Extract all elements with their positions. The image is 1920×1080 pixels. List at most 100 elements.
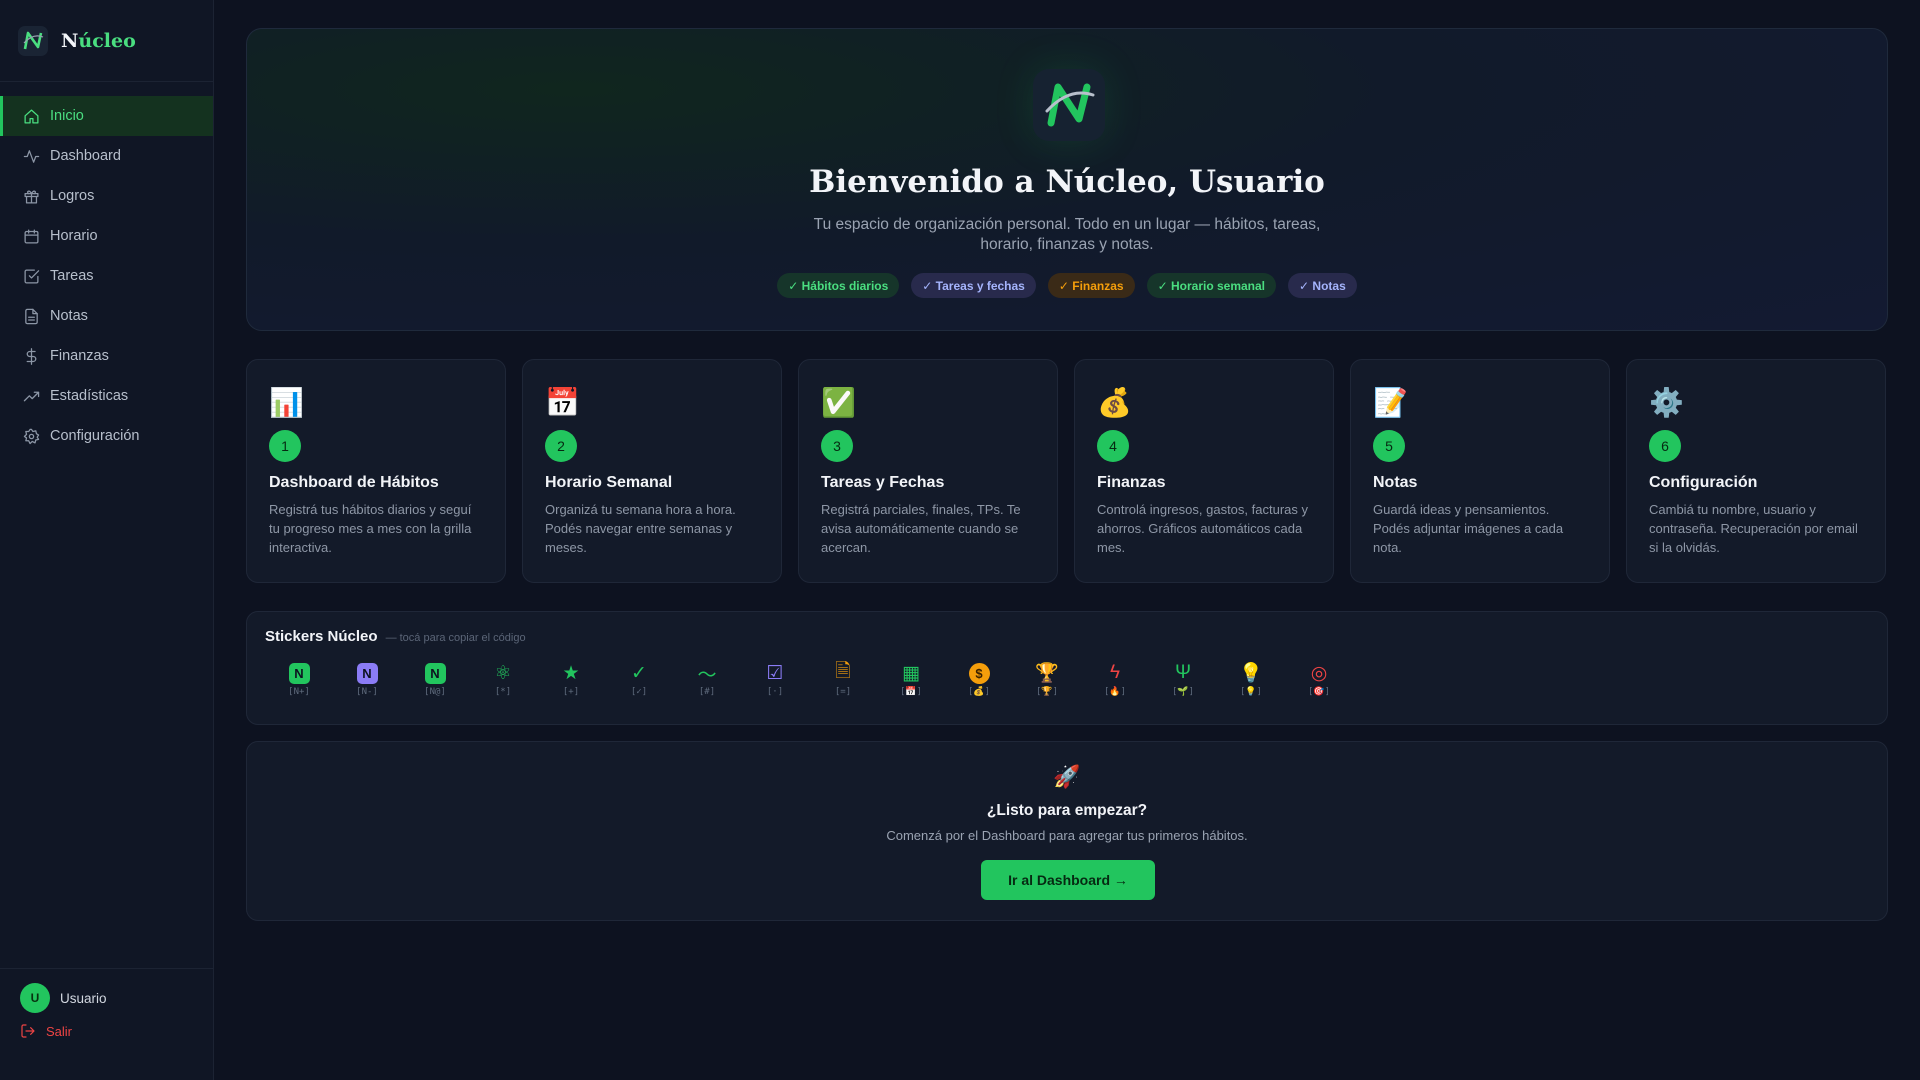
feature-tag: ✓ Notas [1288, 273, 1357, 298]
card-title: Notas [1373, 474, 1418, 491]
gear-icon: ⚙️ [1649, 387, 1684, 418]
avatar: U [20, 983, 50, 1013]
dollar-icon [26, 347, 37, 365]
sidebar-item-label: Inicio [50, 108, 84, 124]
sidebar-item-dashboard[interactable]: Dashboard [0, 136, 213, 176]
user-profile[interactable]: U Usuario [20, 983, 194, 1013]
sidebar-item-label: Tareas [50, 268, 94, 284]
checkbox-icon: ☑ [741, 661, 809, 685]
brand[interactable]: Núcleo [0, 0, 213, 82]
sticker-code: [=] [834, 687, 852, 697]
page-title: Bienvenido a Núcleo, Usuario [809, 164, 1325, 200]
feature-tag: ✓ Hábitos diarios [777, 273, 900, 298]
sticker-item[interactable]: ★ [+] [537, 661, 605, 698]
cta-subtitle: Comenzá por el Dashboard para agregar tu… [886, 828, 1248, 843]
welcome-hero: Bienvenido a Núcleo, Usuario Tu espacio … [246, 28, 1888, 331]
memo-icon: 📝 [1373, 387, 1408, 418]
sidebar-item-horario[interactable]: Horario [0, 216, 213, 256]
trophy-icon: 🏆 [1013, 661, 1081, 685]
sticker-item[interactable]: ✓ [✓] [605, 661, 673, 698]
sticker-item[interactable]: 💡 [💡] [1217, 661, 1285, 697]
logout-button[interactable]: Salir [20, 1023, 194, 1039]
sidebar-item-logros[interactable]: Logros [0, 176, 213, 216]
star-icon: ★ [537, 661, 605, 685]
sticker-code: [💡] [1239, 687, 1263, 697]
sticker-item[interactable]: ☑ [·] [741, 661, 809, 698]
sticker-code: [📅] [899, 687, 923, 697]
sprout-icon: Ψ [1149, 661, 1217, 685]
sidebar-item-finanzas[interactable]: Finanzas [0, 336, 213, 376]
sticker-glyph: $ [968, 662, 990, 684]
sticker-item[interactable]: 🏆 [🏆] [1013, 661, 1081, 697]
sticker-item[interactable]: ◎ [🎯] [1285, 661, 1353, 698]
calendar-icon: ▦ [877, 661, 945, 685]
sidebar-item-configuracion[interactable]: Configuración [0, 416, 213, 456]
feature-card-notas[interactable]: 📝 5 Notas Guardá ideas y pensamientos. P… [1350, 359, 1610, 583]
stickers-title: Stickers Núcleo [265, 628, 378, 645]
target-icon: ◎ [1285, 661, 1353, 685]
cta-title: ¿Listo para empezar? [986, 802, 1148, 819]
card-description: Registrá parciales, finales, TPs. Te avi… [821, 502, 1021, 555]
sticker-glyph: N [356, 662, 378, 684]
sticker-glyph: 〜 [697, 664, 717, 686]
sticker-item[interactable]: N [N@] [401, 661, 469, 697]
sticker-code: [🎯] [1307, 687, 1331, 697]
check-icon: ✓ [605, 661, 673, 685]
card-description: Cambiá tu nombre, usuario y contraseña. … [1649, 502, 1858, 555]
sticker-item[interactable]: 〜 [#] [673, 661, 741, 698]
main-content: Bienvenido a Núcleo, Usuario Tu espacio … [246, 28, 1888, 921]
sidebar-item-tareas[interactable]: Tareas [0, 256, 213, 296]
sidebar-item-label: Notas [50, 308, 88, 324]
file-icon [25, 308, 38, 324]
bar-chart-icon: 📊 [269, 387, 304, 418]
sticker-item[interactable]: ⚛ [*] [469, 661, 537, 698]
sticker-item[interactable]: ϟ [🔥] [1081, 661, 1149, 697]
sticker-item[interactable]: N [N-] [333, 661, 401, 697]
sticker-glyph: ⚛ [494, 662, 512, 684]
sidebar-item-notas[interactable]: Notas [0, 296, 213, 336]
sticker-glyph: N [424, 662, 446, 684]
rocket-icon: 🚀 [1053, 764, 1081, 789]
logout-label: Salir [46, 1023, 73, 1039]
brand-logo-icon [18, 25, 48, 56]
sidebar-item-estadisticas[interactable]: Estadísticas [0, 376, 213, 416]
document-icon: 🗎 [809, 661, 877, 685]
trending-up-icon [23, 391, 40, 401]
sticker-code: [N@] [424, 687, 446, 697]
sidebar-item-label: Estadísticas [50, 388, 129, 404]
feature-tag: ✓ Finanzas [1047, 273, 1135, 298]
bolt-icon: ϟ [1081, 661, 1149, 685]
feature-card-dashboard[interactable]: 📊 1 Dashboard de Hábitos Registrá tus há… [246, 359, 506, 583]
feature-card-configuracion[interactable]: ⚙️ 6 Configuración Cambiá tu nombre, usu… [1626, 359, 1886, 583]
feature-tag: ✓ Tareas y fechas [911, 273, 1036, 298]
sidebar-item-inicio[interactable]: Inicio [0, 96, 213, 136]
go-to-dashboard-button[interactable]: Ir al Dashboard → [981, 860, 1155, 900]
sticker-item[interactable]: N [N+] [265, 661, 333, 697]
sticker-code: [·] [766, 687, 784, 697]
trophy-icon [24, 190, 39, 204]
feature-cards: 📊 1 Dashboard de Hábitos Registrá tus há… [246, 359, 1888, 583]
stickers-panel: Stickers Núcleo — tocá para copiar el có… [246, 611, 1888, 725]
sticker-glyph: ϟ [1109, 662, 1121, 683]
sticker-item[interactable]: ▦ [📅] [877, 661, 945, 698]
sidebar: Núcleo Inicio Dashboard Logros Horario T… [0, 0, 214, 1080]
sticker-code: [🔥] [1103, 687, 1127, 697]
hero-subtitle: Tu espacio de organización personal. Tod… [813, 216, 1321, 253]
feature-tag: ✓ Horario semanal [1146, 273, 1277, 298]
sticker-glyph: ★ [562, 662, 580, 684]
sticker-item[interactable]: $ [💰] [945, 661, 1013, 697]
money-bag-icon: 💰 [1097, 387, 1132, 418]
sticker-item[interactable]: 🗎 [=] [809, 661, 877, 697]
home-icon [24, 108, 39, 124]
sticker-item[interactable]: Ψ [🌱] [1149, 661, 1217, 697]
lightbulb-icon: 💡 [1217, 661, 1285, 685]
checkmark-icon: ✅ [821, 387, 856, 418]
n-purple-icon: N [333, 661, 401, 685]
check-square-icon [24, 268, 40, 284]
n-green-icon: N [265, 661, 333, 685]
card-title: Configuración [1649, 474, 1758, 491]
feature-card-tareas[interactable]: ✅ 3 Tareas y Fechas Registrá parciales, … [798, 359, 1058, 583]
feature-card-finanzas[interactable]: 💰 4 Finanzas Controlá ingresos, gastos, … [1074, 359, 1334, 583]
feature-card-horario[interactable]: 📅 2 Horario Semanal Organizá tu semana h… [522, 359, 782, 583]
sticker-glyph: 💡 [1239, 663, 1263, 684]
